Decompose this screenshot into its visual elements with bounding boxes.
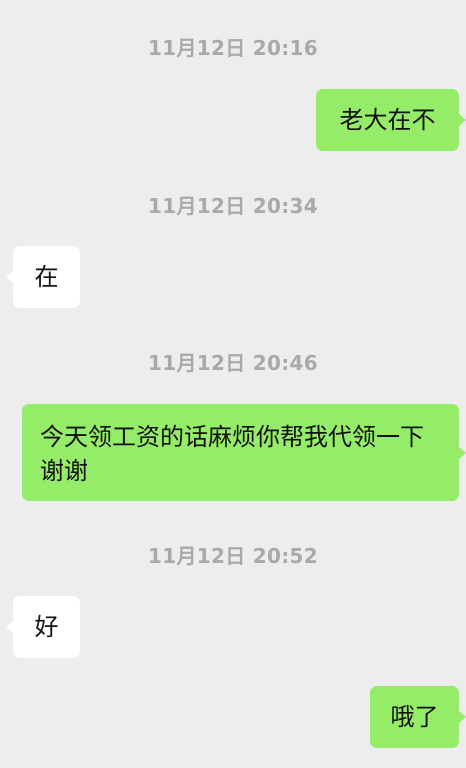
timestamp: 11月12日 20:16 [148,36,318,60]
outgoing-message-bubble[interactable]: 哦了 [370,686,466,748]
timestamp: 11月12日 20:52 [148,544,318,568]
message-text: 好 [34,613,59,641]
message-text: 哦了 [390,703,439,731]
message-text: 老大在不 [339,106,436,134]
outgoing-message-bubble[interactable]: 老大在不 [316,89,466,151]
timestamp: 11月12日 20:34 [148,194,318,218]
message-text: 今天领工资的话麻烦你帮我代领一下谢谢 [40,423,424,485]
incoming-message-bubble[interactable]: 好 [6,596,80,658]
chat-message-list[interactable]: 11月12日 20:16 老大在不 11月12日 20:34 在 11月12日 … [0,0,466,768]
outgoing-message-bubble[interactable]: 今天领工资的话麻烦你帮我代领一下谢谢 [22,404,466,501]
message-text: 在 [34,263,59,291]
incoming-message-bubble[interactable]: 在 [6,246,80,308]
timestamp: 11月12日 20:46 [148,351,318,375]
